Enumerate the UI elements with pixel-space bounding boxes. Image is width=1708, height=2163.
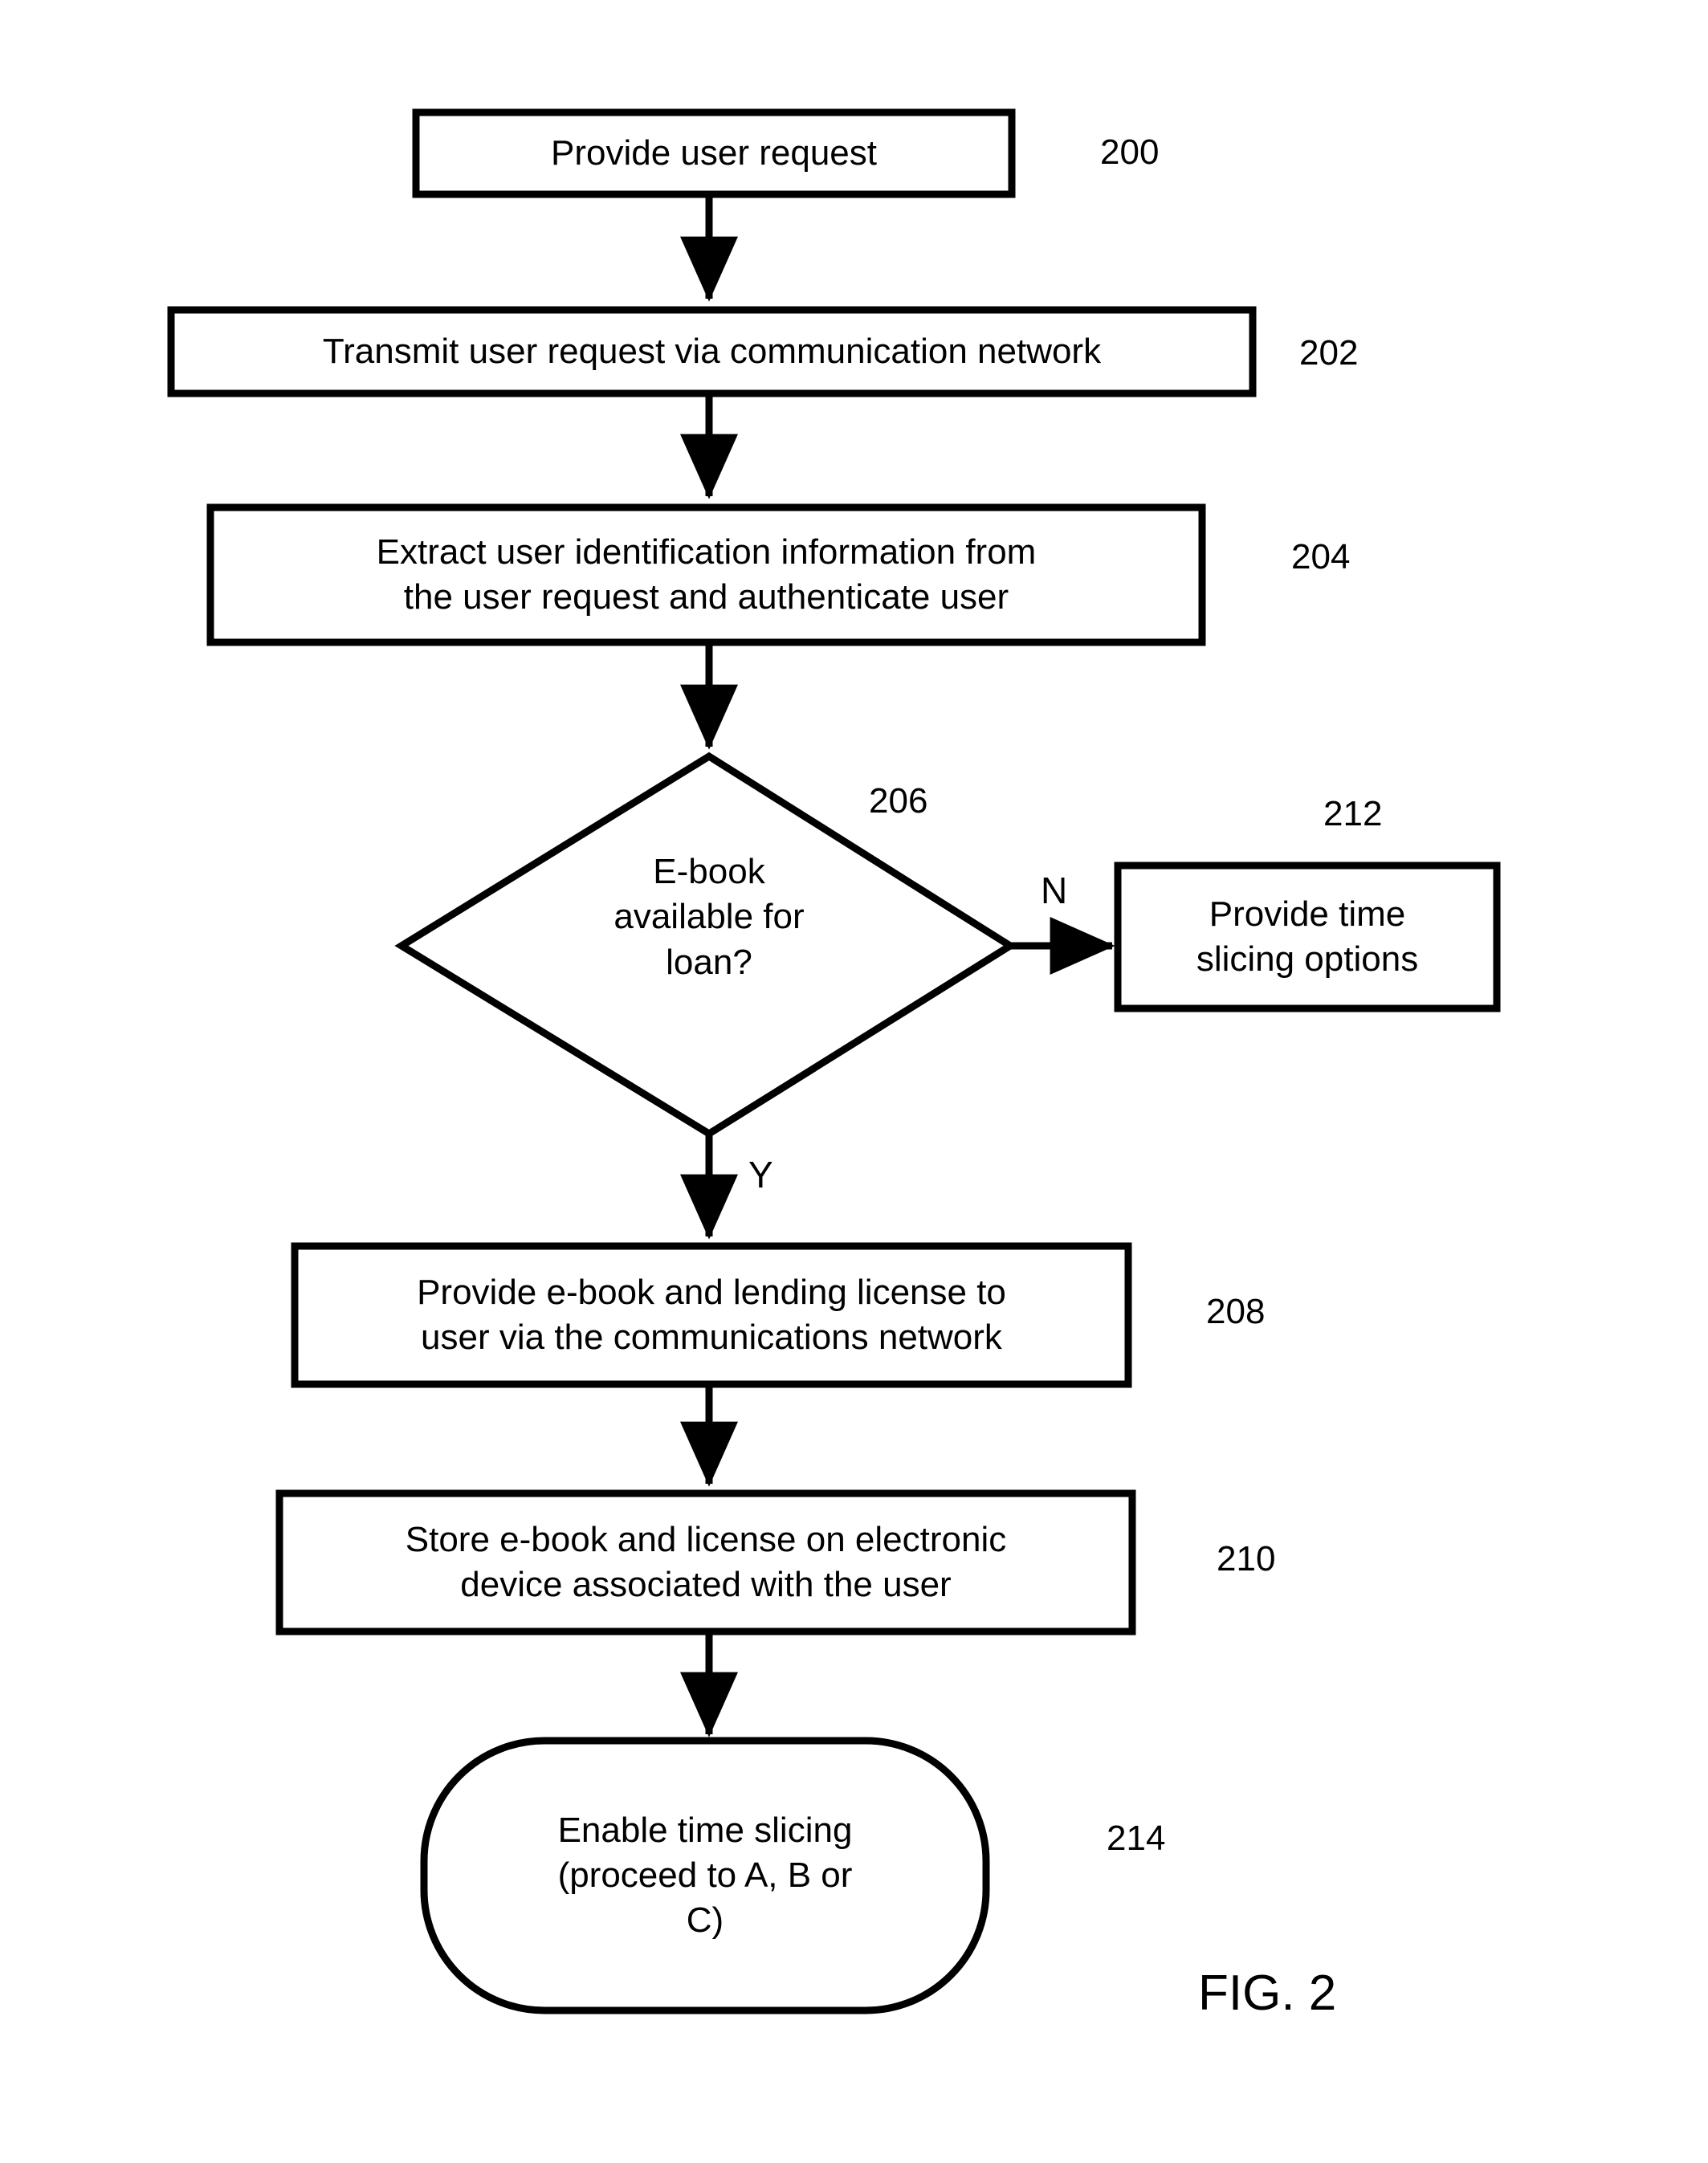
- node-210-shape: [275, 1489, 1136, 1635]
- node-214-shape: [420, 1737, 990, 2014]
- branch-label-no: N: [1041, 870, 1068, 911]
- ref-label-210: 210: [1217, 1539, 1276, 1578]
- ref-label-208: 208: [1206, 1292, 1266, 1331]
- ref-label-212: 212: [1323, 794, 1383, 833]
- node-212-shape: [1114, 862, 1501, 1012]
- patent-flowchart-figure: Provide user request Transmit user reque…: [0, 0, 1708, 2163]
- ref-label-204: 204: [1291, 537, 1351, 576]
- branch-label-yes: Y: [748, 1154, 773, 1196]
- figure-caption: FIG. 2: [1198, 1965, 1337, 2021]
- ref-label-202: 202: [1299, 333, 1359, 373]
- ref-label-200: 200: [1100, 132, 1160, 172]
- node-200-shape: [412, 108, 1016, 198]
- node-202-shape: [167, 306, 1257, 397]
- node-208-shape: [291, 1242, 1132, 1388]
- flowchart-shapes-layer: [167, 108, 1501, 2014]
- ref-label-214: 214: [1107, 1819, 1166, 1858]
- node-204-shape: [206, 503, 1206, 646]
- ref-label-206: 206: [869, 781, 928, 821]
